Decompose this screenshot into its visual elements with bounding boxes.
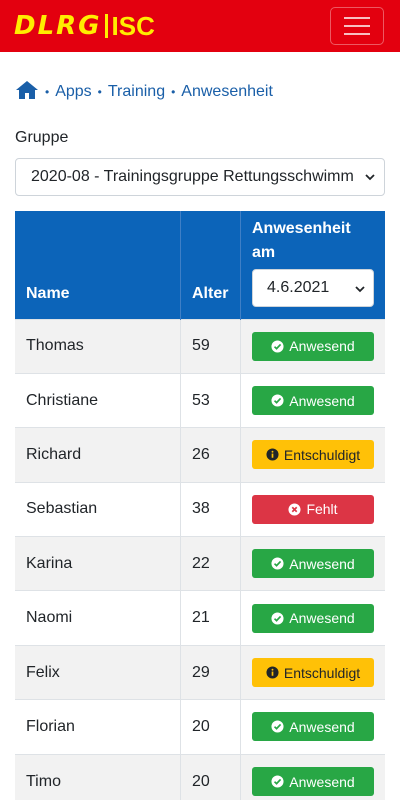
menu-toggle-button[interactable] bbox=[330, 7, 384, 45]
table-row: Thomas 59 Anwesend bbox=[15, 318, 385, 374]
member-name: Karina bbox=[15, 536, 181, 591]
status-button-present[interactable]: Anwesend bbox=[252, 712, 374, 742]
check-circle-icon bbox=[271, 340, 284, 353]
status-button-present[interactable]: Anwesend bbox=[252, 603, 374, 633]
breadcrumb-attendance[interactable]: Anwesenheit bbox=[181, 83, 273, 101]
status-button-present[interactable]: Anwesend bbox=[252, 767, 374, 797]
table-row: Naomi 21 Anwesend bbox=[15, 590, 385, 646]
group-label: Gruppe bbox=[15, 129, 69, 146]
attendance-cell: Anwesend bbox=[240, 372, 385, 428]
attendance-header-label: Anwesenheit am bbox=[252, 219, 351, 261]
breadcrumb-separator: • bbox=[171, 85, 176, 99]
attendance-cell: Anwesend bbox=[240, 318, 385, 374]
member-age: 20 bbox=[180, 699, 241, 755]
member-age: 20 bbox=[180, 753, 241, 800]
status-button-present[interactable]: Anwesend bbox=[252, 386, 374, 416]
date-select[interactable]: 4.6.2021 bbox=[252, 268, 374, 307]
member-age: 29 bbox=[180, 644, 241, 700]
table-row: Richard 26 Entschuldigt bbox=[15, 427, 385, 483]
status-label: Anwesend bbox=[289, 338, 355, 355]
status-button-absent[interactable]: Fehlt bbox=[252, 494, 374, 524]
breadcrumb-separator: • bbox=[97, 85, 102, 99]
group-select-value: 2020-08 - Trainingsgruppe Rettungsschwim… bbox=[15, 158, 385, 196]
member-age: 53 bbox=[180, 372, 241, 428]
info-circle-icon bbox=[266, 666, 279, 679]
member-name: Florian bbox=[15, 699, 181, 755]
table-row: Felix 29 Entschuldigt bbox=[15, 644, 385, 700]
info-circle-icon bbox=[266, 448, 279, 462]
chevron-down-icon bbox=[355, 285, 365, 292]
brand-sub-text: ISC bbox=[111, 10, 155, 41]
breadcrumb-home[interactable] bbox=[15, 80, 39, 105]
group-select[interactable]: 2020-08 - Trainingsgruppe Rettungsschwim… bbox=[15, 158, 385, 196]
attendance-cell: Fehlt bbox=[240, 481, 385, 537]
breadcrumb-apps[interactable]: Apps bbox=[55, 83, 91, 101]
column-header-age: Alter bbox=[180, 211, 241, 319]
member-name: Felix bbox=[15, 644, 181, 700]
member-name: Naomi bbox=[15, 590, 181, 646]
status-label: Anwesend bbox=[289, 718, 355, 735]
attendance-cell: Entschuldigt bbox=[240, 644, 385, 700]
member-name: Christiane bbox=[15, 372, 181, 428]
status-label: Entschuldigt bbox=[283, 664, 361, 681]
status-button-excused[interactable]: Entschuldigt bbox=[252, 440, 374, 470]
attendance-cell: Anwesend bbox=[240, 590, 385, 646]
member-age: 26 bbox=[180, 427, 241, 483]
member-age: 21 bbox=[180, 590, 241, 646]
check-circle-icon bbox=[271, 394, 284, 407]
breadcrumb-training[interactable]: Training bbox=[108, 83, 165, 101]
attendance-cell: Entschuldigt bbox=[240, 427, 385, 483]
times-circle-icon bbox=[288, 503, 301, 516]
chevron-down-icon bbox=[365, 174, 375, 181]
member-name: Sebastian bbox=[15, 481, 181, 537]
status-button-present[interactable]: Anwesend bbox=[252, 549, 374, 579]
check-circle-icon bbox=[271, 720, 284, 733]
brand-logo[interactable]: DLRG ISC bbox=[14, 11, 155, 42]
status-label: Fehlt bbox=[306, 501, 338, 518]
status-button-excused[interactable]: Entschuldigt bbox=[252, 658, 374, 688]
member-age: 22 bbox=[180, 536, 241, 591]
status-label: Anwesend bbox=[289, 773, 355, 790]
breadcrumb: • Apps • Training • Anwesenheit bbox=[0, 52, 400, 112]
attendance-table: Name Alter Anwesenheit am 4.6.2021 Thoma… bbox=[15, 211, 385, 800]
brand-main-text: DLRG bbox=[14, 11, 102, 41]
brand-separator bbox=[104, 14, 108, 38]
table-row: Florian 20 Anwesend bbox=[15, 699, 385, 755]
status-label: Entschuldigt bbox=[283, 446, 361, 463]
member-name: Richard bbox=[15, 427, 181, 483]
member-age: 38 bbox=[180, 481, 241, 537]
table-row: Timo 20 Anwesend bbox=[15, 753, 385, 800]
date-select-value: 4.6.2021 bbox=[267, 278, 330, 296]
hamburger-line bbox=[344, 17, 370, 19]
attendance-cell: Anwesend bbox=[240, 753, 385, 800]
member-age: 59 bbox=[180, 318, 241, 374]
attendance-cell: Anwesend bbox=[240, 699, 385, 755]
breadcrumb-separator: • bbox=[45, 85, 50, 99]
member-name: Timo bbox=[15, 753, 181, 800]
status-button-present[interactable]: Anwesend bbox=[252, 331, 374, 361]
status-label: Anwesend bbox=[289, 392, 355, 409]
home-icon bbox=[16, 80, 38, 99]
check-circle-icon bbox=[271, 775, 284, 788]
hamburger-line bbox=[344, 25, 370, 27]
check-circle-icon bbox=[271, 557, 284, 570]
member-name: Thomas bbox=[15, 318, 181, 374]
status-label: Anwesend bbox=[289, 610, 355, 627]
column-header-name: Name bbox=[15, 211, 181, 319]
hamburger-line bbox=[344, 33, 370, 35]
attendance-cell: Anwesend bbox=[240, 536, 385, 591]
navbar: DLRG ISC bbox=[0, 0, 400, 52]
column-header-attendance: Anwesenheit am 4.6.2021 bbox=[240, 211, 385, 319]
table-row: Christiane 53 Anwesend bbox=[15, 372, 385, 428]
status-label: Anwesend bbox=[289, 555, 355, 572]
check-circle-icon bbox=[271, 612, 284, 625]
table-row: Karina 22 Anwesend bbox=[15, 536, 385, 591]
table-row: Sebastian 38 Fehlt bbox=[15, 481, 385, 537]
